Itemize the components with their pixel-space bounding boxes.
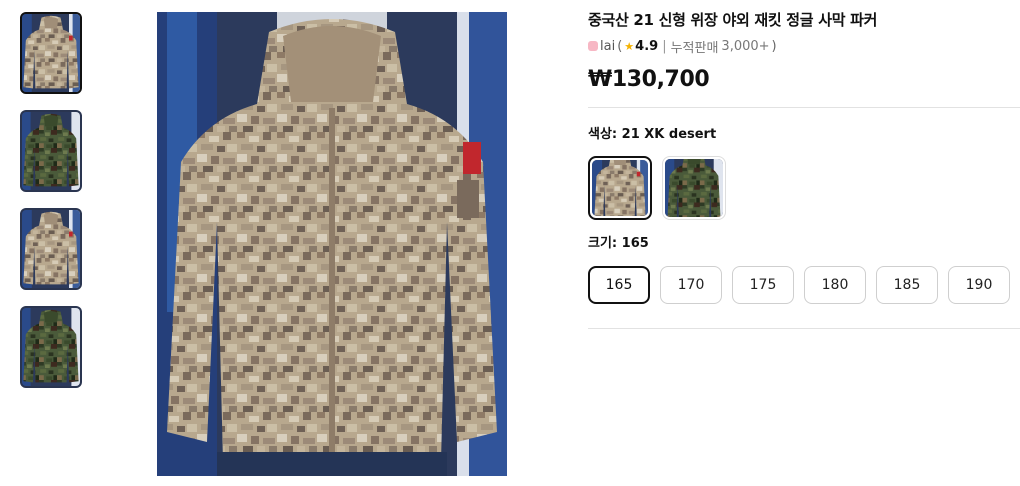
jacket-desert-image bbox=[22, 14, 80, 92]
separator: | bbox=[662, 38, 667, 54]
color-swatch-list bbox=[588, 156, 1020, 220]
rating-value: 4.9 bbox=[635, 38, 659, 54]
thumbnail-jungle-2[interactable] bbox=[20, 306, 82, 388]
paren-open: ( bbox=[617, 38, 623, 54]
size-button-185[interactable]: 185 bbox=[876, 266, 938, 304]
sales-count: 3,000+ bbox=[721, 38, 770, 54]
thumbnail-desert-2[interactable] bbox=[20, 208, 82, 290]
seller-store-icon bbox=[588, 41, 598, 51]
color-swatch-desert[interactable] bbox=[588, 156, 652, 220]
product-price: ₩130,700 bbox=[588, 67, 710, 92]
size-button-180[interactable]: 180 bbox=[804, 266, 866, 304]
thumbnail-desert-1[interactable] bbox=[20, 12, 82, 94]
jacket-jungle-image bbox=[22, 308, 80, 386]
sales-label: 누적판매 bbox=[670, 40, 719, 56]
color-option-label: 색상: 21 XK desert bbox=[588, 127, 717, 142]
main-product-image[interactable] bbox=[157, 12, 507, 476]
divider bbox=[588, 107, 1020, 108]
product-title: 중국산 21 신형 위장 야외 재킷 정글 사막 파커 bbox=[588, 11, 878, 29]
size-button-175[interactable]: 175 bbox=[732, 266, 794, 304]
size-option-label: 크기: 165 bbox=[588, 236, 649, 251]
size-button-list: 165 170 175 180 185 190 bbox=[588, 266, 1020, 304]
jacket-jungle-image bbox=[665, 159, 723, 217]
seller-rating-row: lai ( ★ 4.9 | 누적판매 3,000+ ) bbox=[588, 38, 1020, 56]
seller-name-link[interactable]: lai bbox=[600, 39, 615, 54]
jacket-jungle-image bbox=[22, 112, 80, 190]
product-info-panel: 중국산 21 신형 위장 야외 재킷 정글 사막 파커 lai ( ★ 4.9 … bbox=[588, 10, 1020, 329]
jacket-desert-image bbox=[592, 160, 648, 216]
size-button-165[interactable]: 165 bbox=[588, 266, 650, 304]
jacket-desert-image bbox=[22, 210, 80, 288]
thumbnail-jungle-1[interactable] bbox=[20, 110, 82, 192]
divider bbox=[588, 328, 1020, 329]
size-button-170[interactable]: 170 bbox=[660, 266, 722, 304]
star-icon: ★ bbox=[624, 39, 635, 53]
color-swatch-jungle[interactable] bbox=[662, 156, 726, 220]
thumbnail-list bbox=[20, 12, 84, 404]
paren-close: ) bbox=[771, 38, 777, 54]
size-button-190[interactable]: 190 bbox=[948, 266, 1010, 304]
jacket-desert-main-image bbox=[157, 12, 507, 476]
